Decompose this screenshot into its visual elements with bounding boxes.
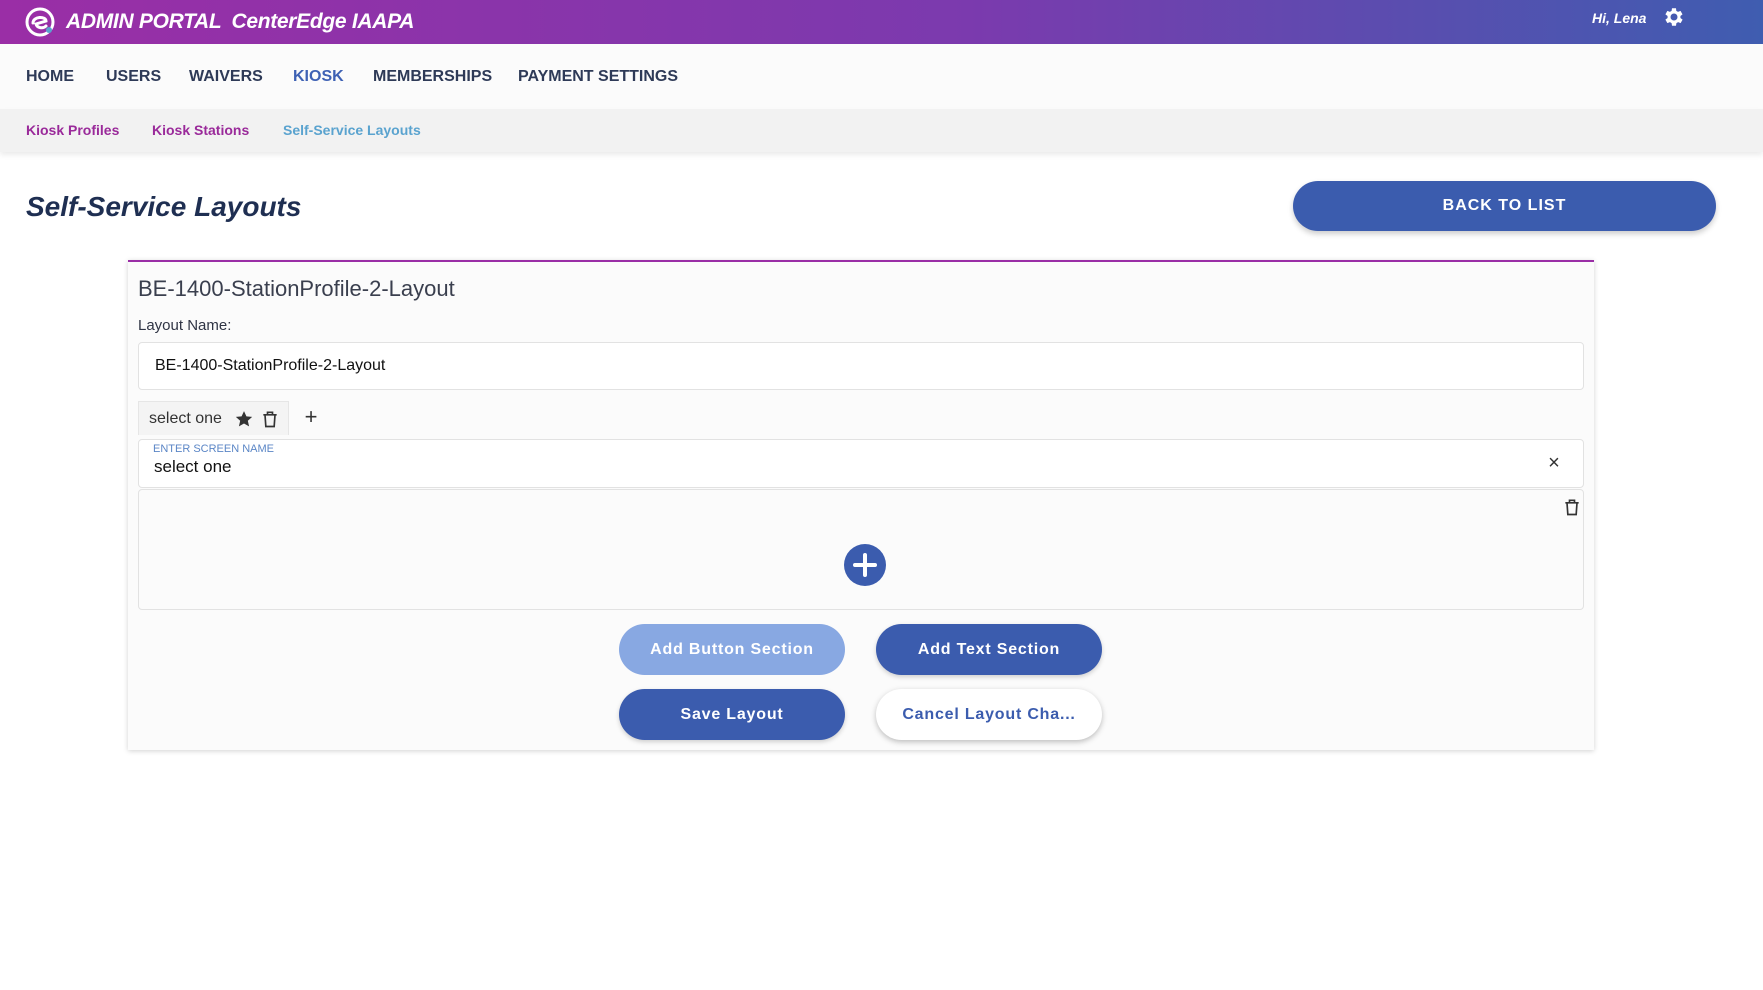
layout-section bbox=[138, 489, 1584, 610]
brand-name: CenterEdge IAAPA bbox=[231, 10, 415, 33]
screen-tab[interactable]: select one bbox=[138, 401, 289, 435]
nav-item-kiosk[interactable]: KIOSK bbox=[293, 68, 344, 86]
screen-tab-label: select one bbox=[149, 409, 222, 427]
screen-name-label: ENTER SCREEN NAME bbox=[153, 443, 275, 455]
centeredge-logo-icon[interactable] bbox=[24, 6, 56, 38]
sub-nav: Kiosk Profiles Kiosk Stations Self-Servi… bbox=[0, 109, 1763, 152]
save-layout-button[interactable]: Save Layout bbox=[619, 689, 845, 740]
nav-item-home[interactable]: HOME bbox=[26, 68, 74, 86]
nav-item-payment-settings[interactable]: PAYMENT SETTINGS bbox=[518, 68, 678, 86]
user-greeting[interactable]: Hi, Lena bbox=[1592, 10, 1646, 26]
add-item-plus-icon[interactable] bbox=[844, 544, 886, 586]
nav-item-users[interactable]: USERS bbox=[106, 68, 161, 86]
screen-name-value: select one bbox=[154, 457, 232, 476]
subnav-item-kiosk-profiles[interactable]: Kiosk Profiles bbox=[26, 122, 119, 138]
add-text-section-button[interactable]: Add Text Section bbox=[876, 624, 1102, 675]
trash-icon[interactable] bbox=[260, 409, 280, 429]
brand-title: ADMIN PORTAL CenterEdge IAAPA bbox=[66, 10, 414, 34]
layout-name-input[interactable]: BE-1400-StationProfile-2-Layout bbox=[138, 342, 1584, 390]
subnav-item-self-service-layouts[interactable]: Self-Service Layouts bbox=[283, 122, 421, 138]
layout-editor-card: BE-1400-StationProfile-2-Layout Layout N… bbox=[128, 260, 1594, 750]
layout-name-label: Layout Name: bbox=[138, 317, 232, 334]
main-nav: HOME USERS WAIVERS KIOSK MEMBERSHIPS PAY… bbox=[0, 44, 1763, 109]
trash-icon[interactable] bbox=[1562, 497, 1582, 517]
add-screen-button[interactable]: + bbox=[299, 405, 323, 429]
subnav-item-kiosk-stations[interactable]: Kiosk Stations bbox=[152, 122, 249, 138]
screen-name-field[interactable]: ENTER SCREEN NAME select one × bbox=[138, 439, 1584, 488]
cancel-layout-changes-button[interactable]: Cancel Layout Cha... bbox=[876, 689, 1102, 740]
nav-item-waivers[interactable]: WAIVERS bbox=[189, 68, 263, 86]
star-icon[interactable] bbox=[234, 409, 254, 429]
layout-heading: BE-1400-StationProfile-2-Layout bbox=[138, 276, 455, 301]
layout-name-value: BE-1400-StationProfile-2-Layout bbox=[155, 357, 386, 374]
page-title: Self-Service Layouts bbox=[26, 191, 302, 222]
clear-icon[interactable]: × bbox=[1543, 452, 1565, 474]
back-to-list-button[interactable]: BACK TO LIST bbox=[1293, 181, 1716, 231]
gear-icon[interactable] bbox=[1662, 5, 1686, 29]
add-button-section-button[interactable]: Add Button Section bbox=[619, 624, 845, 675]
brand-portal: ADMIN PORTAL bbox=[66, 10, 222, 33]
top-bar: ADMIN PORTAL CenterEdge IAAPA Hi, Lena bbox=[0, 0, 1763, 44]
nav-item-memberships[interactable]: MEMBERSHIPS bbox=[373, 68, 492, 86]
